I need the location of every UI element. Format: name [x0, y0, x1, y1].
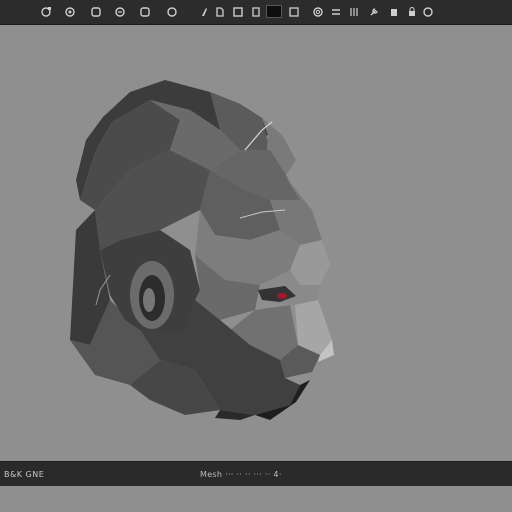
- lock-icon[interactable]: [404, 4, 420, 19]
- wrench-icon[interactable]: [366, 4, 382, 19]
- 3d-viewport[interactable]: [0, 25, 512, 461]
- vertex-icon[interactable]: [62, 4, 78, 19]
- dropdown-icon[interactable]: [286, 4, 302, 19]
- layer-icon[interactable]: [248, 4, 264, 19]
- status-left-text: B&K GNE: [4, 470, 45, 479]
- document-icon[interactable]: [212, 4, 228, 19]
- save-icon[interactable]: [386, 4, 402, 19]
- frame-icon[interactable]: [230, 4, 246, 19]
- settings-icon[interactable]: [420, 4, 436, 19]
- brush-icon[interactable]: [164, 4, 180, 19]
- orbit-icon[interactable]: [38, 4, 54, 19]
- color-swatch[interactable]: [266, 5, 282, 18]
- object-icon[interactable]: [137, 4, 153, 19]
- face-icon[interactable]: [112, 4, 128, 19]
- top-toolbar: [0, 0, 512, 25]
- status-bar: B&K GNE Mesh ··· ·· ·· ··· ·· 4·: [0, 461, 512, 487]
- sliders-icon[interactable]: [346, 4, 362, 19]
- edge-icon[interactable]: [88, 4, 104, 19]
- camera-icon[interactable]: [310, 4, 326, 19]
- status-mid-text: Mesh ··· ·· ·· ··· ·· 4·: [200, 470, 282, 479]
- move-icon[interactable]: [328, 4, 344, 19]
- low-poly-head-model[interactable]: [0, 25, 512, 461]
- bottom-panel: [0, 486, 512, 512]
- knife-icon[interactable]: [196, 4, 212, 19]
